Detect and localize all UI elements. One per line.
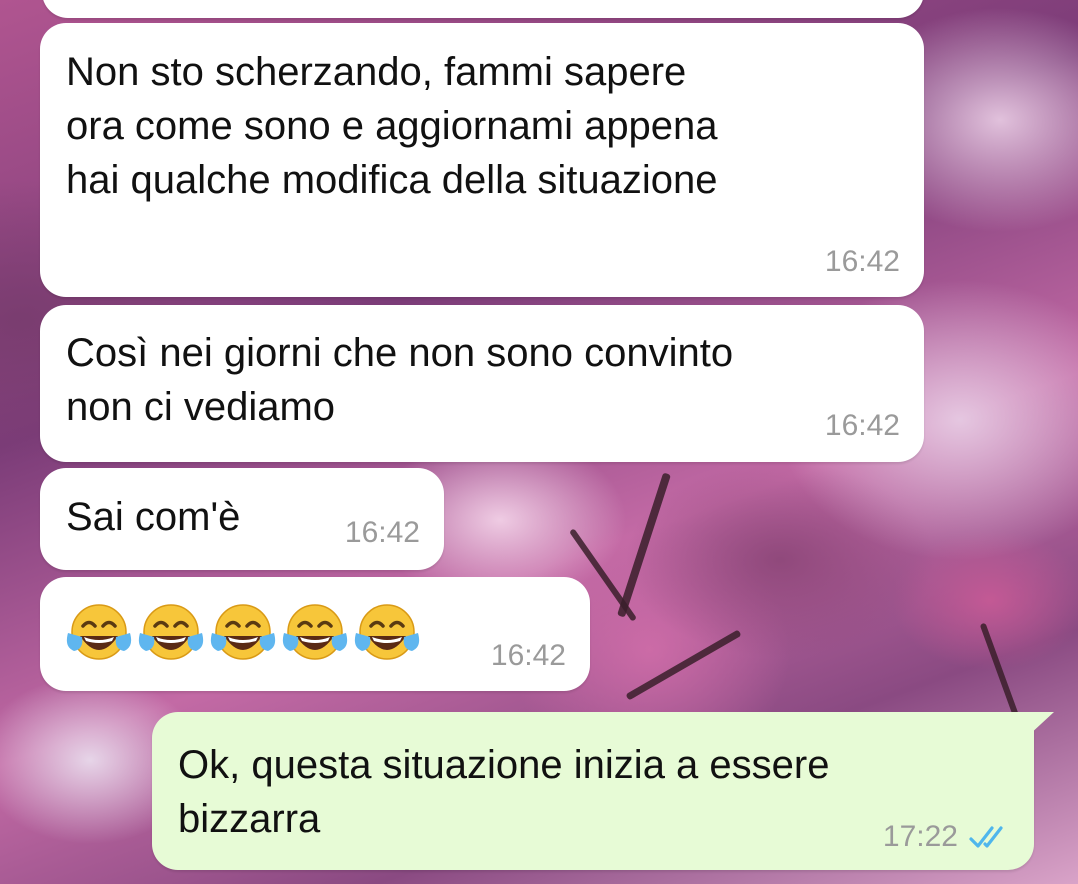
face-with-tears-of-joy-icon (138, 604, 204, 660)
message-text: Sai com'è (66, 495, 241, 539)
face-with-tears-of-joy-icon (66, 604, 132, 660)
message-bubble-incoming[interactable]: Non sto scherzando, fammi sapere ora com… (40, 23, 924, 297)
background-branch (625, 629, 742, 701)
message-timestamp: 17:22 (882, 820, 958, 853)
background-branch (617, 472, 671, 618)
message-timestamp: 16:42 (824, 245, 900, 278)
double-check-icon (969, 826, 1003, 848)
message-timestamp: 16:42 (490, 639, 566, 672)
face-with-tears-of-joy-icon (282, 604, 348, 660)
message-text: Ok, questa situazione inizia a essere bi… (178, 743, 830, 841)
message-timestamp: 16:42 (344, 516, 420, 549)
message-text: Così nei giorni che non sono convinto no… (66, 331, 734, 429)
message-bubble-incoming[interactable]: Sai com'è 16:42 (40, 468, 444, 570)
face-with-tears-of-joy-icon (354, 604, 420, 660)
message-bubble-incoming[interactable]: 16:42 (40, 577, 590, 691)
face-with-tears-of-joy-icon (210, 604, 276, 660)
message-bubble-outgoing[interactable]: Ok, questa situazione inizia a essere bi… (152, 712, 1054, 870)
message-text: Non sto scherzando, fammi sapere ora com… (66, 50, 718, 202)
message-bubble-incoming[interactable]: Così nei giorni che non sono convinto no… (40, 305, 924, 462)
emoji-row (64, 599, 422, 669)
message-bubble-partial[interactable] (42, 0, 924, 18)
message-timestamp: 16:42 (824, 409, 900, 442)
bubble-tail (1028, 712, 1054, 736)
